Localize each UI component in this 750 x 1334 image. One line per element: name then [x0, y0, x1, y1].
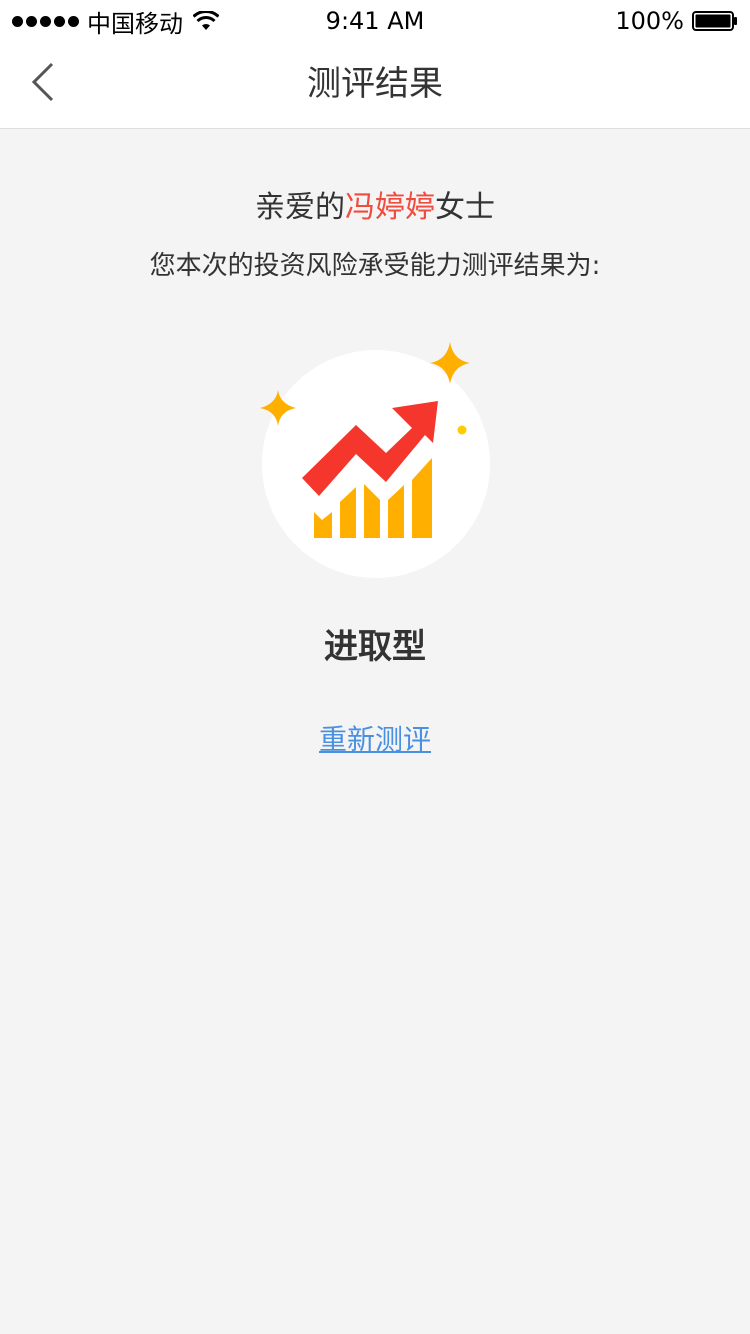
greeting-suffix: 女士 [435, 190, 495, 225]
battery-icon [692, 11, 737, 31]
battery-percent: 100% [615, 7, 684, 35]
result-description: 您本次的投资风险承受能力测评结果为: [149, 251, 601, 281]
status-bar: 中国移动 9:41 AM 100% [0, 0, 750, 40]
user-name: 冯婷婷 [345, 190, 435, 225]
page-title: 测评结果 [307, 64, 443, 104]
greeting-prefix: 亲爱的 [255, 190, 345, 225]
risk-result-type: 进取型 [324, 627, 426, 667]
navigation-bar: 测评结果 [0, 40, 750, 129]
retest-link[interactable]: 重新测评 [319, 723, 431, 756]
status-right: 100% [615, 6, 738, 36]
retest-container: 重新测评 [0, 720, 750, 760]
sparkle-dot-icon [457, 425, 467, 435]
greeting: 亲爱的冯婷婷女士 [0, 186, 750, 230]
rising-chart-icon [260, 342, 490, 578]
